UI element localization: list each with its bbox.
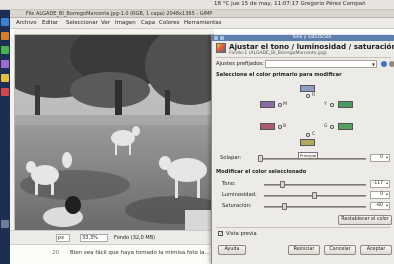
hue-saturation-dialog: Tono y saturación Ajustar el tono / lumi… — [211, 35, 394, 264]
chevron-down-icon: ▼ — [371, 62, 375, 67]
minimize-icon[interactable] — [220, 36, 224, 40]
menubar: Archivo Editar Seleccionar Ver Imagen Ca… — [10, 18, 394, 29]
photo-sheep-under-trees — [15, 35, 215, 230]
swatch-magenta — [260, 101, 275, 108]
launcher-app-icon[interactable] — [1, 220, 9, 228]
radio-magenta-label: M — [283, 102, 287, 107]
radio-yellow[interactable] — [330, 103, 334, 107]
launcher-app-icon[interactable] — [1, 46, 9, 54]
reset-color-button[interactable]: Restablecer el color — [338, 215, 392, 225]
radio-cyan-label: C — [312, 132, 316, 137]
saturation-spin[interactable]: -60 — [370, 202, 390, 210]
radio-red[interactable] — [306, 94, 310, 98]
hue-spin[interactable]: -117 — [370, 180, 390, 188]
swatch-red — [300, 85, 315, 92]
launcher-app-icon[interactable] — [1, 32, 9, 40]
lightness-label: Luminosidad: — [222, 192, 257, 198]
launcher-app-icon[interactable] — [1, 60, 9, 68]
lightness-spin[interactable]: 0 — [370, 191, 390, 199]
presets-combo[interactable]: ▼ — [265, 60, 377, 68]
menu-editar[interactable]: Editar — [42, 20, 58, 26]
menu-herramientas[interactable]: Herramientas — [184, 20, 221, 26]
swatch-cyan — [300, 139, 315, 146]
radio-yellow-label: Y — [324, 102, 327, 107]
divider — [216, 227, 391, 228]
launcher-app-icon[interactable] — [1, 18, 9, 26]
menu-imagen[interactable]: Imagen — [115, 20, 136, 26]
desktop-top-bar: 18 °C jue 15 de may, 11:07:17 Gregorio P… — [0, 0, 394, 10]
image-window-title: File ALGADE_BI_BorregoMarcente.jpg-1.0 (… — [26, 11, 213, 17]
lightness-slider-thumb[interactable] — [312, 192, 317, 199]
radio-blue-label: B — [283, 124, 287, 129]
image-canvas[interactable] — [15, 35, 215, 230]
radio-blue[interactable] — [278, 125, 282, 129]
menu-seleccionar[interactable]: Seleccionar — [66, 20, 98, 26]
divider — [216, 57, 391, 58]
image-window-titlebar[interactable]: File ALGADE_BI_BorregoMarcente.jpg-1.0 (… — [10, 10, 394, 18]
clock-status[interactable]: 18 °C jue 15 de may, 11:07:17 Gregorio P… — [214, 1, 366, 7]
ok-button[interactable]: Aceptar — [360, 245, 392, 255]
preview-label: Vista previa — [226, 231, 257, 237]
zoom-selector[interactable]: 33,3% — [80, 234, 108, 242]
swatch-green — [338, 123, 353, 130]
radio-cyan[interactable] — [306, 133, 310, 137]
dialog-titlebar-text: Tono y saturación — [292, 35, 332, 40]
radio-magenta[interactable] — [278, 103, 282, 107]
menu-capa[interactable]: Capa — [141, 20, 155, 26]
cancel-button[interactable]: Cancelar — [324, 245, 356, 255]
modify-color-label: Modificar el color seleccionado — [216, 169, 307, 175]
overlap-label: Solapar: — [220, 155, 242, 161]
swatch-blue — [260, 123, 275, 130]
overlap-slider-thumb[interactable] — [258, 155, 263, 162]
launcher-app-icon[interactable] — [1, 74, 9, 82]
add-preset-icon[interactable] — [381, 61, 387, 67]
menu-colores[interactable]: Colores — [159, 20, 180, 26]
doc-line-number: 20 — [52, 250, 59, 256]
dialog-heading: Ajustar el tono / luminosidad / saturaci… — [229, 42, 394, 51]
saturation-slider[interactable] — [264, 206, 366, 208]
radio-green[interactable] — [330, 125, 334, 129]
reset-button[interactable]: Reiniciar — [288, 245, 320, 255]
help-button[interactable]: Ayuda — [218, 245, 246, 255]
menu-archivo[interactable]: Archivo — [16, 20, 37, 26]
image-statusbar: px 33,3% Fondo (32,0 MB) — [10, 230, 214, 244]
radio-green-label: G — [324, 124, 328, 129]
unit-selector[interactable]: px — [56, 234, 70, 242]
screen: 18 °C jue 15 de may, 11:07:17 Gregorio P… — [0, 0, 394, 264]
hue-label: Tono: — [222, 181, 236, 187]
overlap-slider[interactable] — [258, 158, 366, 160]
dialog-subheading: Fondo-1 (ALGADE_BI_BorregoMarcente.jpg) — [229, 51, 327, 56]
menu-ver[interactable]: Ver — [101, 20, 110, 26]
saturation-label: Saturación: — [222, 203, 252, 209]
dialog-titlebar[interactable]: Tono y saturación — [212, 35, 394, 41]
preset-menu-icon[interactable] — [389, 61, 394, 67]
radio-red-label: R — [312, 93, 316, 98]
swatch-yellow — [338, 101, 353, 108]
hue-slider-thumb[interactable] — [280, 181, 285, 188]
overlap-spin[interactable]: 0 — [370, 154, 390, 162]
presets-label: Ajustes prefijados: — [216, 61, 264, 67]
doc-text-line[interactable]: Bien sea fácil que haya tomado la mimisa… — [70, 250, 210, 256]
launcher-app-icon[interactable] — [1, 88, 9, 96]
saturation-slider-thumb[interactable] — [282, 203, 287, 210]
layer-info: Fondo (32,0 MB) — [114, 235, 156, 241]
hue-saturation-icon — [216, 43, 226, 53]
close-icon[interactable] — [214, 36, 218, 40]
app-launcher — [0, 10, 10, 264]
primary-color-label: Seleccione el color primario para modifi… — [216, 72, 342, 78]
preview-checkbox[interactable]: ✓ — [218, 231, 223, 237]
